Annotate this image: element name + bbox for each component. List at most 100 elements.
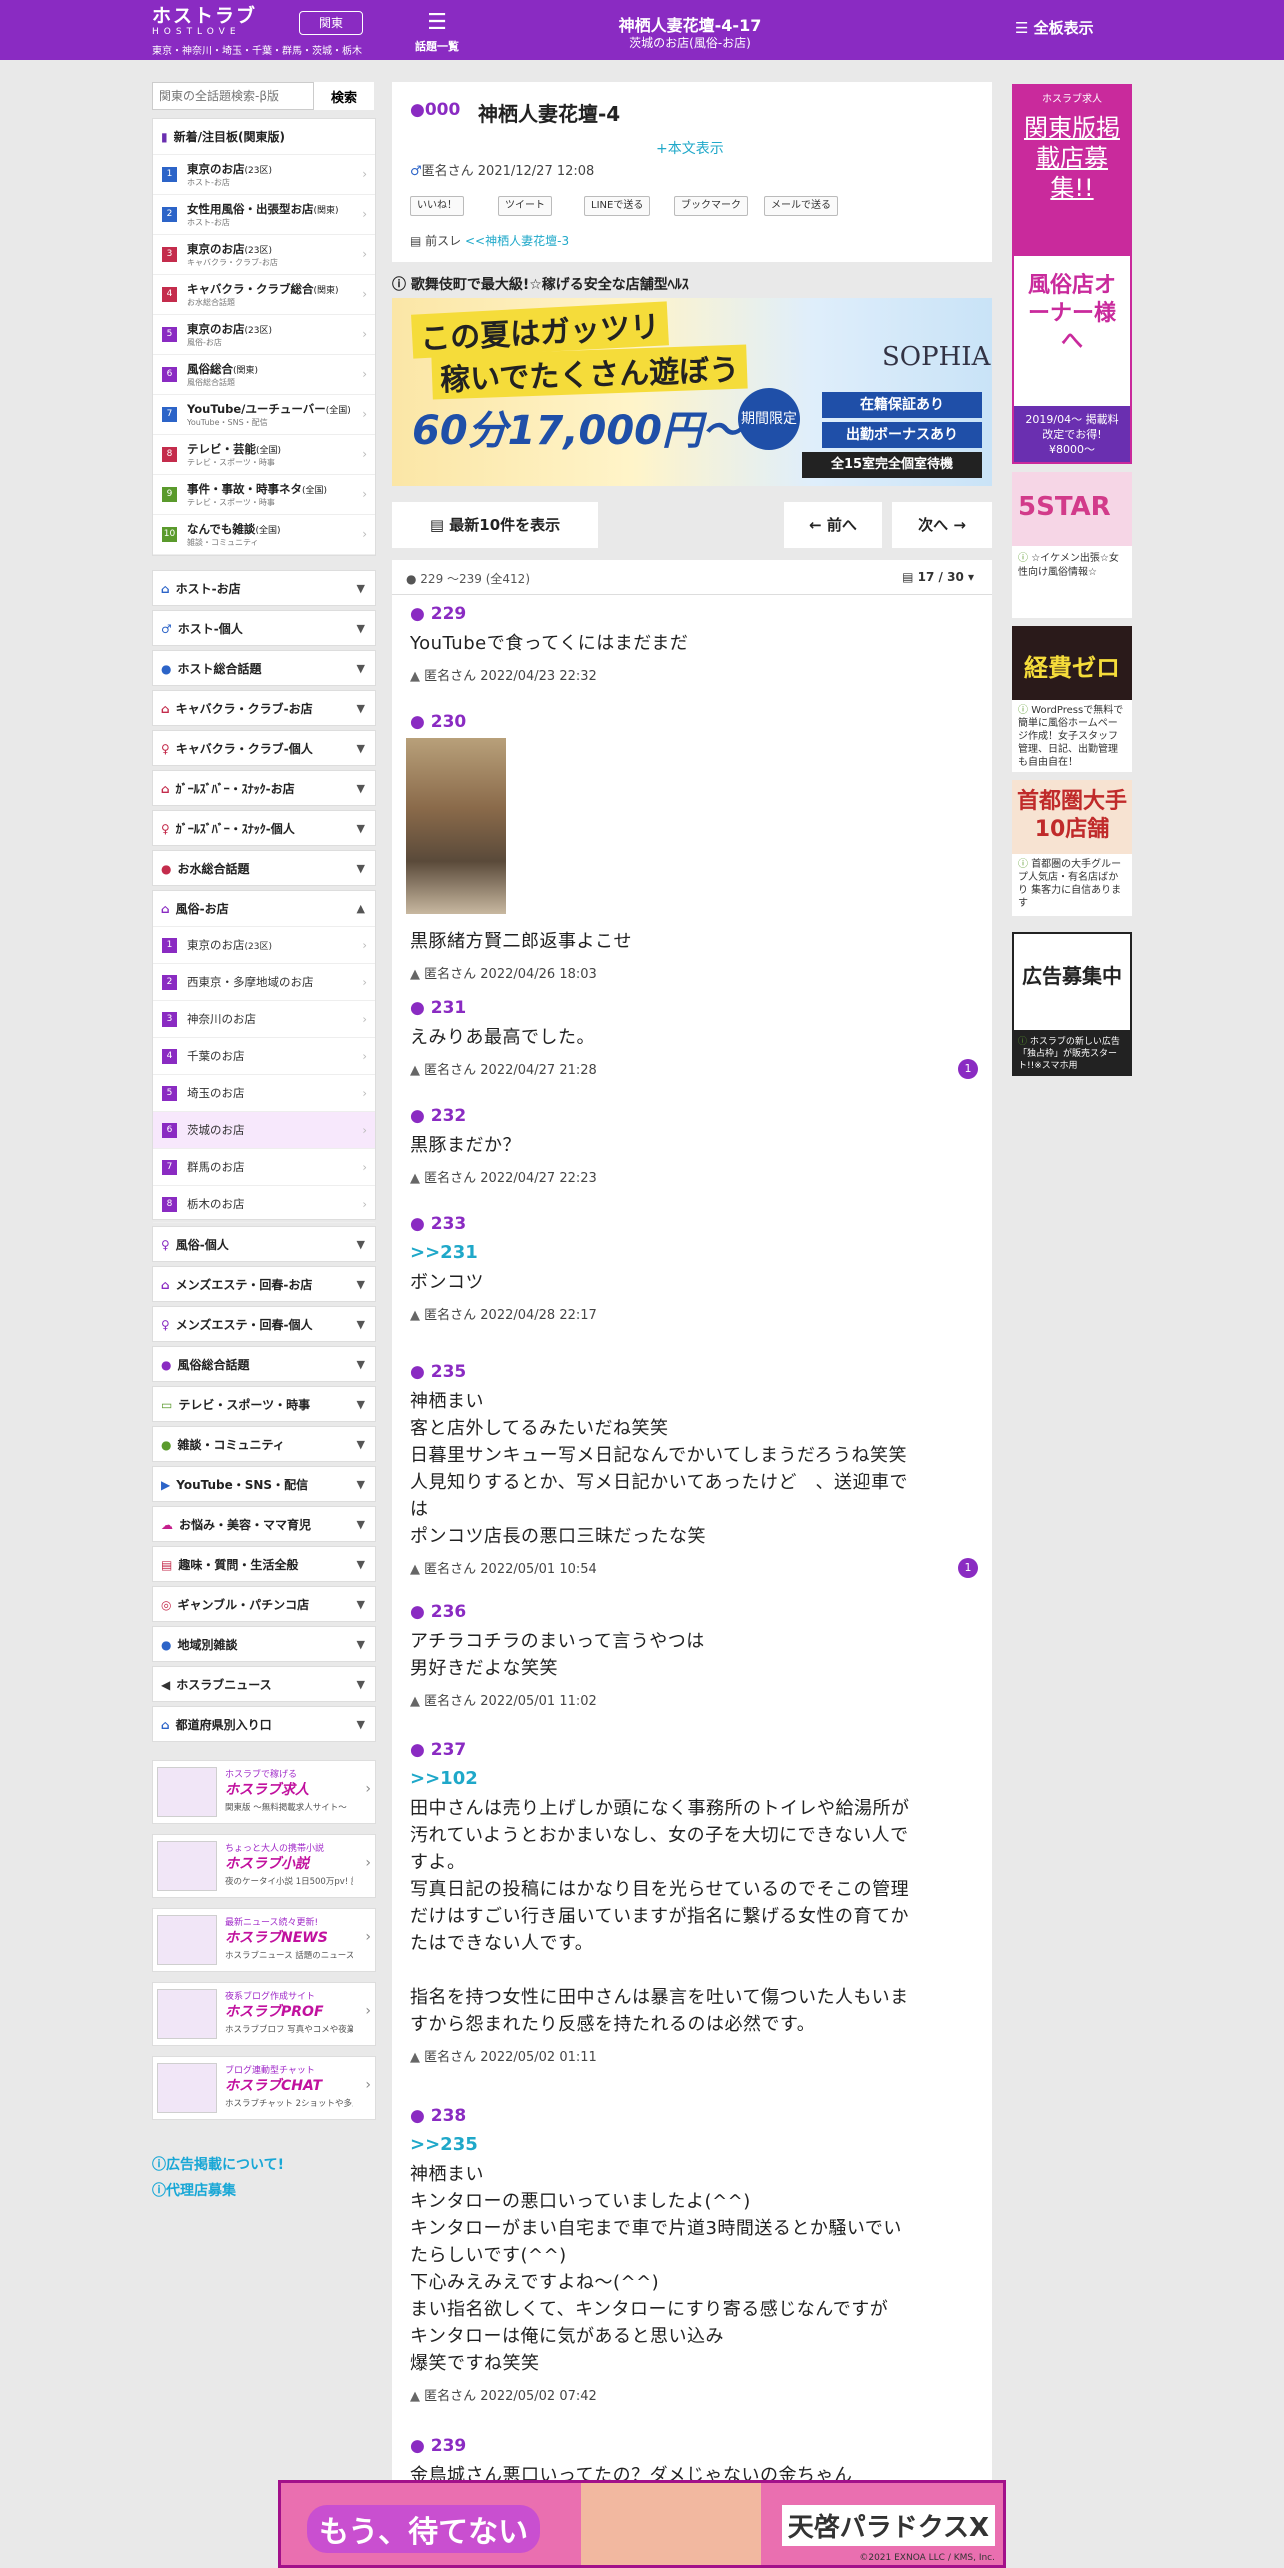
reply-count-badge[interactable]: 1 — [958, 1558, 978, 1578]
category-cats2-6[interactable]: ▶ YouTube・SNS・配信 ▼ — [152, 1466, 376, 1502]
share-button[interactable]: いいね！ — [410, 196, 464, 216]
category-cats2-10[interactable]: ● 地域別雑談 ▼ — [152, 1626, 376, 1662]
new-board-label: YouTube/ユーチューバー(全国) — [187, 395, 375, 417]
ad-info-link[interactable]: ⓘ広告掲載について! — [152, 2154, 284, 2174]
new-board-item[interactable]: 4 キャバクラ・クラブ総合(関東) お水総合話題 › — [153, 275, 375, 315]
right-ad-4[interactable]: 経費ゼロ ⓘ WordPressで無料で簡単に風俗ホームページ作成！女子スタッフ… — [1012, 626, 1132, 772]
bottom-ad-banner[interactable]: もう、待てない 天啓パラドクスX ©2021 EXNOA LLC / KMS, … — [278, 2480, 1006, 2568]
post: ● 237 >>102 田中さんは売り上げしか頭になく事務所のトイレや給湯所が 汚れて… — [410, 1740, 978, 2065]
new-board-item[interactable]: 1 東京のお店(23区) ホスト-お店 › — [153, 155, 375, 195]
reply-anchor[interactable]: >>235 — [410, 2134, 978, 2155]
reply-count-badge[interactable]: 1 — [958, 1059, 978, 1079]
reply-anchor[interactable]: >>231 — [410, 1242, 978, 1263]
category-cats2-8[interactable]: ▤ 趣味・質問・生活全般 ▼ — [152, 1546, 376, 1582]
search-button[interactable]: 検索 — [314, 82, 374, 110]
fuzoku-area-item[interactable]: 7 群馬のお店 › — [153, 1149, 375, 1186]
promo-banner[interactable]: 夜系ブログ作成サイトホスラブPROFホスラブブロフ 写真やコメや夜業界特化のSN… — [152, 1982, 376, 2046]
rank-number: 5 — [162, 327, 177, 342]
reply-anchor[interactable]: >>102 — [410, 1768, 978, 1789]
prev-page-button[interactable]: ← 前へ — [784, 502, 882, 548]
chevron-up-icon: ▲ — [356, 902, 365, 915]
category-icon: ⌂ — [161, 1718, 170, 1732]
share-button[interactable]: ブックマーク — [674, 196, 748, 216]
post-number[interactable]: ● 235 — [410, 1362, 978, 1382]
chevron-right-icon: › — [362, 447, 367, 461]
category-cats2-12[interactable]: ⌂ 都道府県別入り口 ▼ — [152, 1706, 376, 1742]
post-number[interactable]: ● 231 — [410, 998, 978, 1018]
post: ● 231 えみりあ最高でした。 ▲ 匿名さん 2022/04/27 21:28 1 — [410, 998, 978, 1079]
category-cats1-1[interactable]: ♂ ホスト-個人 ▼ — [152, 610, 376, 646]
right-ad-1[interactable]: ホスラブ求人 関東版掲載店募集!! 風俗店オーナー様へ 2019/04〜 掲載料… — [1012, 84, 1132, 464]
category-cats2-4[interactable]: ▭ テレビ・スポーツ・時事 ▼ — [152, 1386, 376, 1422]
new-board-item[interactable]: 3 東京のお店(23区) キャバクラ・クラブ-お店 › — [153, 235, 375, 275]
topics-list-button[interactable]: ☰ 話題一覧 — [410, 8, 464, 56]
category-cats2-2[interactable]: ♀ メンズエステ・回春-個人 ▼ — [152, 1306, 376, 1342]
page-selector[interactable]: ▤ 17 / 30 ▾ — [902, 570, 974, 584]
page-subtitle[interactable]: 茨城のお店(風俗-お店) — [540, 34, 840, 51]
fuzoku-area-item[interactable]: 1 東京のお店(23区) › — [153, 927, 375, 964]
latest-10-button[interactable]: ▤ 最新10件を表示 — [392, 502, 598, 548]
post-image[interactable] — [406, 738, 506, 914]
promo-banner[interactable]: ブログ連動型チャットホスラブCHATホスラブチャット 2ショットや多人数で気軽に… — [152, 2056, 376, 2120]
category-icon: ◀ — [161, 1678, 171, 1692]
new-board-item[interactable]: 6 風俗総合(関東) 風俗総合話題 › — [153, 355, 375, 395]
post-number[interactable]: ● 233 — [410, 1214, 978, 1234]
post-number[interactable]: ● 237 — [410, 1740, 978, 1760]
category-cats1-0[interactable]: ⌂ ホスト-お店 ▼ — [152, 570, 376, 606]
post-number[interactable]: ● 238 — [410, 2106, 978, 2126]
right-ad-5[interactable]: 首都圏大手10店舗 ⓘ 首都圏の大手グループ人気店・有名店ばかり 集客力に自信あ… — [1012, 780, 1132, 916]
promo-banner[interactable]: ちょっと大人の携帯小説ホスラブ小説夜のケータイ小説 1日500万pv! 読者数5… — [152, 1834, 376, 1898]
share-button[interactable]: LINEで送る — [584, 196, 651, 216]
category-cats1-7[interactable]: ● お水総合話題 ▼ — [152, 850, 376, 886]
board-name: 東京のお店 — [187, 322, 245, 336]
region-button[interactable]: 関東 — [299, 11, 363, 35]
new-board-item[interactable]: 5 東京のお店(23区) 風俗-お店 › — [153, 315, 375, 355]
category-cats1-5[interactable]: ⌂ ｶﾞｰﾙｽﾞﾊﾞｰ・ｽﾅｯｸ-お店 ▼ — [152, 770, 376, 806]
show-body-link[interactable]: +本文表示 — [656, 138, 724, 158]
post-number[interactable]: ● 239 — [410, 2436, 978, 2456]
agency-link[interactable]: ⓘ代理店募集 — [152, 2180, 236, 2200]
fuzoku-shop-header[interactable]: ⌂ 風俗-お店 ▲ — [153, 891, 375, 927]
fuzoku-area-item[interactable]: 8 栃木のお店 › — [153, 1186, 375, 1223]
right-ad-6[interactable]: 広告募集中 ⓘ ホスラブの新しい広告「独占枠」が販売スタート!!※スマホ用 — [1012, 932, 1132, 1076]
category-cats2-11[interactable]: ◀ ホスラブニュース ▼ — [152, 1666, 376, 1702]
post-meta: ▲ 匿名さん 2022/04/27 22:23 — [410, 1167, 978, 1186]
category-cats2-3[interactable]: ● 風俗総合話題 ▼ — [152, 1346, 376, 1382]
category-cats2-9[interactable]: ◎ ギャンブル・パチンコ店 ▼ — [152, 1586, 376, 1622]
promo-desc: ホスラブニュース 話題のニュースを毎日お届け — [225, 1951, 353, 1961]
all-boards-button[interactable]: ☰ 全板表示 — [1015, 17, 1094, 38]
promo-banner[interactable]: ホスラブで稼げる ホスラブ求人 関東版 〜無料掲載求人サイト〜 › — [152, 1760, 376, 1824]
share-button[interactable]: メールで送る — [764, 196, 838, 216]
fuzoku-area-item[interactable]: 3 神奈川のお店 › — [153, 1001, 375, 1038]
post-number[interactable]: ● 230 — [410, 712, 978, 732]
fuzoku-area-item[interactable]: 5 埼玉のお店 › — [153, 1075, 375, 1112]
new-board-label: 東京のお店(23区) — [187, 235, 375, 257]
share-button[interactable]: ツイート — [498, 196, 552, 216]
category-cats1-2[interactable]: ● ホスト総合話題 ▼ — [152, 650, 376, 686]
fuzoku-area-item[interactable]: 2 西東京・多摩地域のお店 › — [153, 964, 375, 1001]
promo-banner[interactable]: 最新ニュース続々更新!ホスラブNEWSホスラブニュース 話題のニュースを毎日お届… — [152, 1908, 376, 1972]
category-cats2-5[interactable]: ● 雑談・コミュニティ ▼ — [152, 1426, 376, 1462]
new-board-item[interactable]: 9 事件・事故・時事ネタ(全国) テレビ・スポーツ・時事 › — [153, 475, 375, 515]
category-cats2-0[interactable]: ♀ 風俗-個人 ▼ — [152, 1226, 376, 1262]
category-cats2-1[interactable]: ⌂ メンズエステ・回春-お店 ▼ — [152, 1266, 376, 1302]
prev-thread-link[interactable]: <<神栖人妻花壇-3 — [465, 234, 569, 248]
new-board-item[interactable]: 8 テレビ・芸能(全国) テレビ・スポーツ・時事 › — [153, 435, 375, 475]
shop-ad-banner[interactable]: この夏はガッツリ 稼いでたくさん遊ぼう SOPHIA 60分17,000円〜 期… — [392, 298, 992, 486]
search-input[interactable] — [152, 82, 314, 110]
new-board-item[interactable]: 10 なんでも雑談(全国) 雑談・コミュニティ › — [153, 515, 375, 555]
post-number[interactable]: ● 229 — [410, 604, 978, 624]
category-cats2-7[interactable]: ☁ お悩み・美容・ママ育児 ▼ — [152, 1506, 376, 1542]
category-cats1-6[interactable]: ♀ ｶﾞｰﾙｽﾞﾊﾞｰ・ｽﾅｯｸ-個人 ▼ — [152, 810, 376, 846]
fuzoku-area-item[interactable]: 4 千葉のお店 › — [153, 1038, 375, 1075]
post-number[interactable]: ● 236 — [410, 1602, 978, 1622]
new-board-item[interactable]: 7 YouTube/ユーチューバー(全国) YouTube・SNS・配信 › — [153, 395, 375, 435]
fuzoku-area-item[interactable]: 6 茨城のお店 › — [153, 1112, 375, 1149]
right-ad-3[interactable]: 5STAR ⓘ ☆イケメン出張☆女性向け風俗情報☆ — [1012, 472, 1132, 618]
category-cats1-4[interactable]: ♀ キャバクラ・クラブ-個人 ▼ — [152, 730, 376, 766]
new-board-item[interactable]: 2 女性用風俗・出張型お店(関東) ホスト-お店 › — [153, 195, 375, 235]
next-page-button[interactable]: 次へ → — [892, 502, 992, 548]
category-cats1-3[interactable]: ⌂ キャバクラ・クラブ-お店 ▼ — [152, 690, 376, 726]
site-logo[interactable]: ホストラブ HOSTLOVE — [152, 6, 292, 40]
post-number[interactable]: ● 232 — [410, 1106, 978, 1126]
